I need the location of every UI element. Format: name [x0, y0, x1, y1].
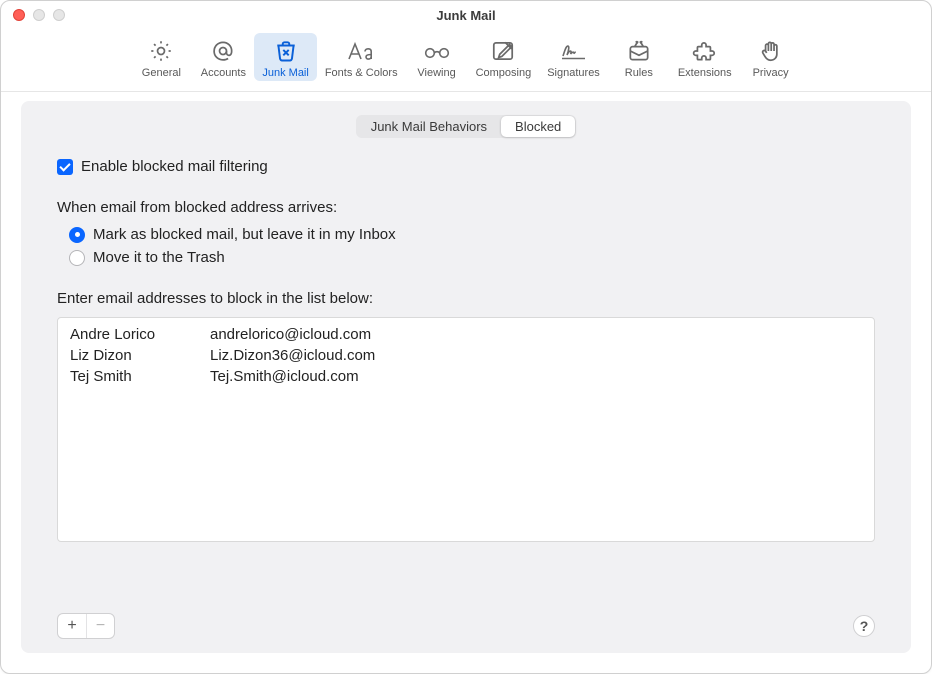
list-item[interactable]: Tej Smith Tej.Smith@icloud.com — [58, 366, 874, 387]
tab-fonts-colors[interactable]: Fonts & Colors — [317, 33, 406, 81]
blocked-email: Liz.Dizon36@icloud.com — [210, 347, 375, 364]
minimize-icon[interactable] — [33, 9, 45, 21]
when-arrives-label: When email from blocked address arrives: — [57, 199, 875, 216]
tab-accounts[interactable]: Accounts — [192, 33, 254, 81]
tab-extensions-label: Extensions — [678, 67, 732, 79]
enable-filtering-checkbox[interactable]: Enable blocked mail filtering — [57, 158, 875, 175]
radio-trash-label: Move it to the Trash — [93, 249, 225, 266]
puzzle-icon — [692, 37, 718, 65]
tab-privacy-label: Privacy — [753, 67, 789, 79]
add-button[interactable]: + — [58, 614, 86, 638]
list-item[interactable]: Liz Dizon Liz.Dizon36@icloud.com — [58, 345, 874, 366]
panel-footer: + − ? — [57, 613, 875, 639]
radio-move-trash[interactable]: Move it to the Trash — [69, 249, 875, 266]
remove-button[interactable]: − — [86, 614, 114, 638]
subtab-segmented-control: Junk Mail Behaviors Blocked — [356, 115, 577, 138]
tab-composing[interactable]: Composing — [468, 33, 540, 81]
signature-icon — [559, 37, 589, 65]
blocked-name: Andre Lorico — [70, 326, 210, 343]
tab-viewing-label: Viewing — [417, 67, 455, 79]
at-icon — [210, 37, 236, 65]
enable-filtering-label: Enable blocked mail filtering — [81, 158, 268, 175]
radio-icon — [69, 227, 85, 243]
radio-mark-label: Mark as blocked mail, but leave it in my… — [93, 226, 396, 243]
glasses-icon — [422, 37, 452, 65]
checkbox-icon — [57, 159, 73, 175]
tab-general[interactable]: General — [130, 33, 192, 81]
radio-icon — [69, 250, 85, 266]
rules-icon — [626, 37, 652, 65]
tab-extensions[interactable]: Extensions — [670, 33, 740, 81]
blocked-email: Tej.Smith@icloud.com — [210, 368, 359, 385]
fonts-icon — [346, 37, 376, 65]
tab-junk-label: Junk Mail — [262, 67, 308, 79]
tab-rules-label: Rules — [625, 67, 653, 79]
window-controls — [13, 9, 65, 21]
content-area: Junk Mail Behaviors Blocked Enable block… — [21, 101, 911, 653]
tab-accounts-label: Accounts — [201, 67, 246, 79]
tab-rules[interactable]: Rules — [608, 33, 670, 81]
action-radio-group: Mark as blocked mail, but leave it in my… — [57, 226, 875, 266]
radio-mark-inbox[interactable]: Mark as blocked mail, but leave it in my… — [69, 226, 875, 243]
tab-viewing[interactable]: Viewing — [406, 33, 468, 81]
preferences-toolbar: General Accounts Junk Mail — [1, 29, 931, 92]
add-remove-control: + − — [57, 613, 115, 639]
tab-privacy[interactable]: Privacy — [740, 33, 802, 81]
tab-signatures-label: Signatures — [547, 67, 600, 79]
plus-icon: + — [67, 617, 76, 635]
tab-composing-label: Composing — [476, 67, 532, 79]
list-instruction-label: Enter email addresses to block in the li… — [57, 290, 875, 307]
blocked-name: Liz Dizon — [70, 347, 210, 364]
tab-fonts-label: Fonts & Colors — [325, 67, 398, 79]
tab-general-label: General — [142, 67, 181, 79]
gear-icon — [148, 37, 174, 65]
blocked-email: andrelorico@icloud.com — [210, 326, 371, 343]
maximize-icon[interactable] — [53, 9, 65, 21]
compose-icon — [490, 37, 516, 65]
blocked-panel: Enable blocked mail filtering When email… — [21, 158, 911, 542]
minus-icon: − — [96, 617, 105, 635]
hand-icon — [758, 37, 784, 65]
help-icon: ? — [860, 618, 869, 634]
close-icon[interactable] — [13, 9, 25, 21]
preferences-window: Junk Mail General Accounts — [0, 0, 932, 674]
junk-icon — [273, 37, 299, 65]
segment-blocked[interactable]: Blocked — [501, 116, 575, 137]
titlebar: Junk Mail — [1, 1, 931, 29]
blocked-name: Tej Smith — [70, 368, 210, 385]
window-title: Junk Mail — [436, 8, 495, 23]
list-item[interactable]: Andre Lorico andrelorico@icloud.com — [58, 324, 874, 345]
tab-signatures[interactable]: Signatures — [539, 33, 608, 81]
tab-junk-mail[interactable]: Junk Mail — [254, 33, 316, 81]
blocked-addresses-list[interactable]: Andre Lorico andrelorico@icloud.com Liz … — [57, 317, 875, 542]
segment-behaviors[interactable]: Junk Mail Behaviors — [357, 116, 501, 137]
help-button[interactable]: ? — [853, 615, 875, 637]
